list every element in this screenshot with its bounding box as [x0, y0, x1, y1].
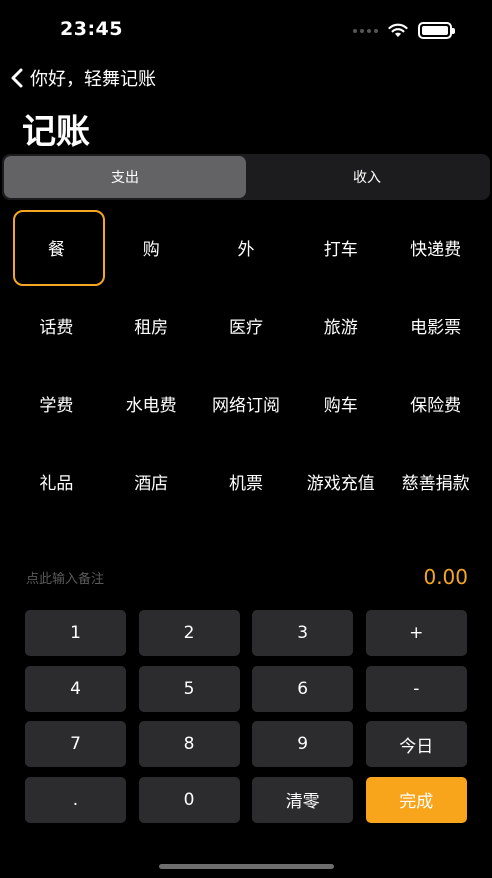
key-minus[interactable]: -	[365, 665, 467, 712]
category-item[interactable]: 网络订阅	[199, 364, 294, 442]
battery-icon	[418, 22, 455, 39]
category-item[interactable]: 话费	[9, 286, 104, 364]
note-input[interactable]: 点此输入备注	[26, 568, 104, 587]
category-item[interactable]: 游戏充值	[293, 442, 388, 520]
segment-expense[interactable]: 支出	[4, 156, 246, 198]
status-time: 23:45	[60, 18, 123, 40]
key-8[interactable]: 8	[138, 721, 240, 767]
category-item[interactable]: 购	[104, 208, 199, 286]
key-2[interactable]: 2	[138, 610, 240, 656]
category-item[interactable]: 酒店	[104, 442, 199, 520]
key-decimal[interactable]: .	[25, 776, 126, 823]
note-row: 点此输入备注 0.00	[26, 560, 468, 594]
category-item[interactable]: 水电费	[104, 364, 199, 442]
key-3[interactable]: 3	[252, 610, 354, 656]
category-item[interactable]: 礼品	[9, 442, 104, 520]
chevron-left-icon	[11, 68, 23, 88]
status-icons	[353, 22, 455, 39]
key-plus[interactable]: +	[365, 610, 467, 656]
page-title: 记账	[22, 112, 90, 152]
segment-income[interactable]: 收入	[246, 156, 488, 198]
category-item[interactable]: 快递费	[388, 208, 483, 286]
category-item[interactable]: 学费	[9, 364, 104, 442]
key-0[interactable]: 0	[138, 776, 240, 823]
amount-display: 0.00	[423, 565, 468, 589]
home-indicator	[159, 864, 334, 869]
category-item[interactable]: 租房	[104, 286, 199, 364]
key-5[interactable]: 5	[138, 665, 240, 712]
category-item[interactable]: 机票	[199, 442, 294, 520]
key-clear[interactable]: 清零	[252, 776, 354, 823]
category-grid: 餐 购 外 打车 快递费 话费 租房 医疗 旅游 电影票 学费 水电费 网络订阅…	[9, 208, 483, 520]
category-item[interactable]: 购车	[293, 364, 388, 442]
category-item[interactable]: 旅游	[293, 286, 388, 364]
category-item[interactable]: 打车	[293, 208, 388, 286]
key-today[interactable]: 今日	[365, 721, 467, 767]
keypad: 1 2 3 + 4 5 6 - 7 8 9 今日 . 0 清零 完成	[25, 610, 467, 823]
expense-income-segment: 支出 收入	[2, 154, 490, 200]
category-item[interactable]: 电影票	[388, 286, 483, 364]
category-item[interactable]: 餐	[9, 208, 105, 286]
done-button[interactable]: 完成	[365, 776, 467, 823]
key-6[interactable]: 6	[252, 665, 354, 712]
key-1[interactable]: 1	[25, 610, 126, 656]
category-item[interactable]: 外	[199, 208, 294, 286]
status-bar: 23:45	[0, 0, 492, 60]
wifi-icon	[388, 23, 408, 37]
category-item[interactable]: 保险费	[388, 364, 483, 442]
category-item[interactable]: 慈善捐款	[388, 442, 483, 520]
key-9[interactable]: 9	[252, 721, 354, 767]
category-item[interactable]: 医疗	[199, 286, 294, 364]
key-7[interactable]: 7	[25, 721, 126, 767]
back-label: 你好，轻舞记账	[30, 69, 156, 90]
back-button[interactable]: 你好，轻舞记账	[10, 64, 156, 92]
key-4[interactable]: 4	[25, 665, 126, 712]
cellular-signal-icon	[353, 28, 378, 33]
